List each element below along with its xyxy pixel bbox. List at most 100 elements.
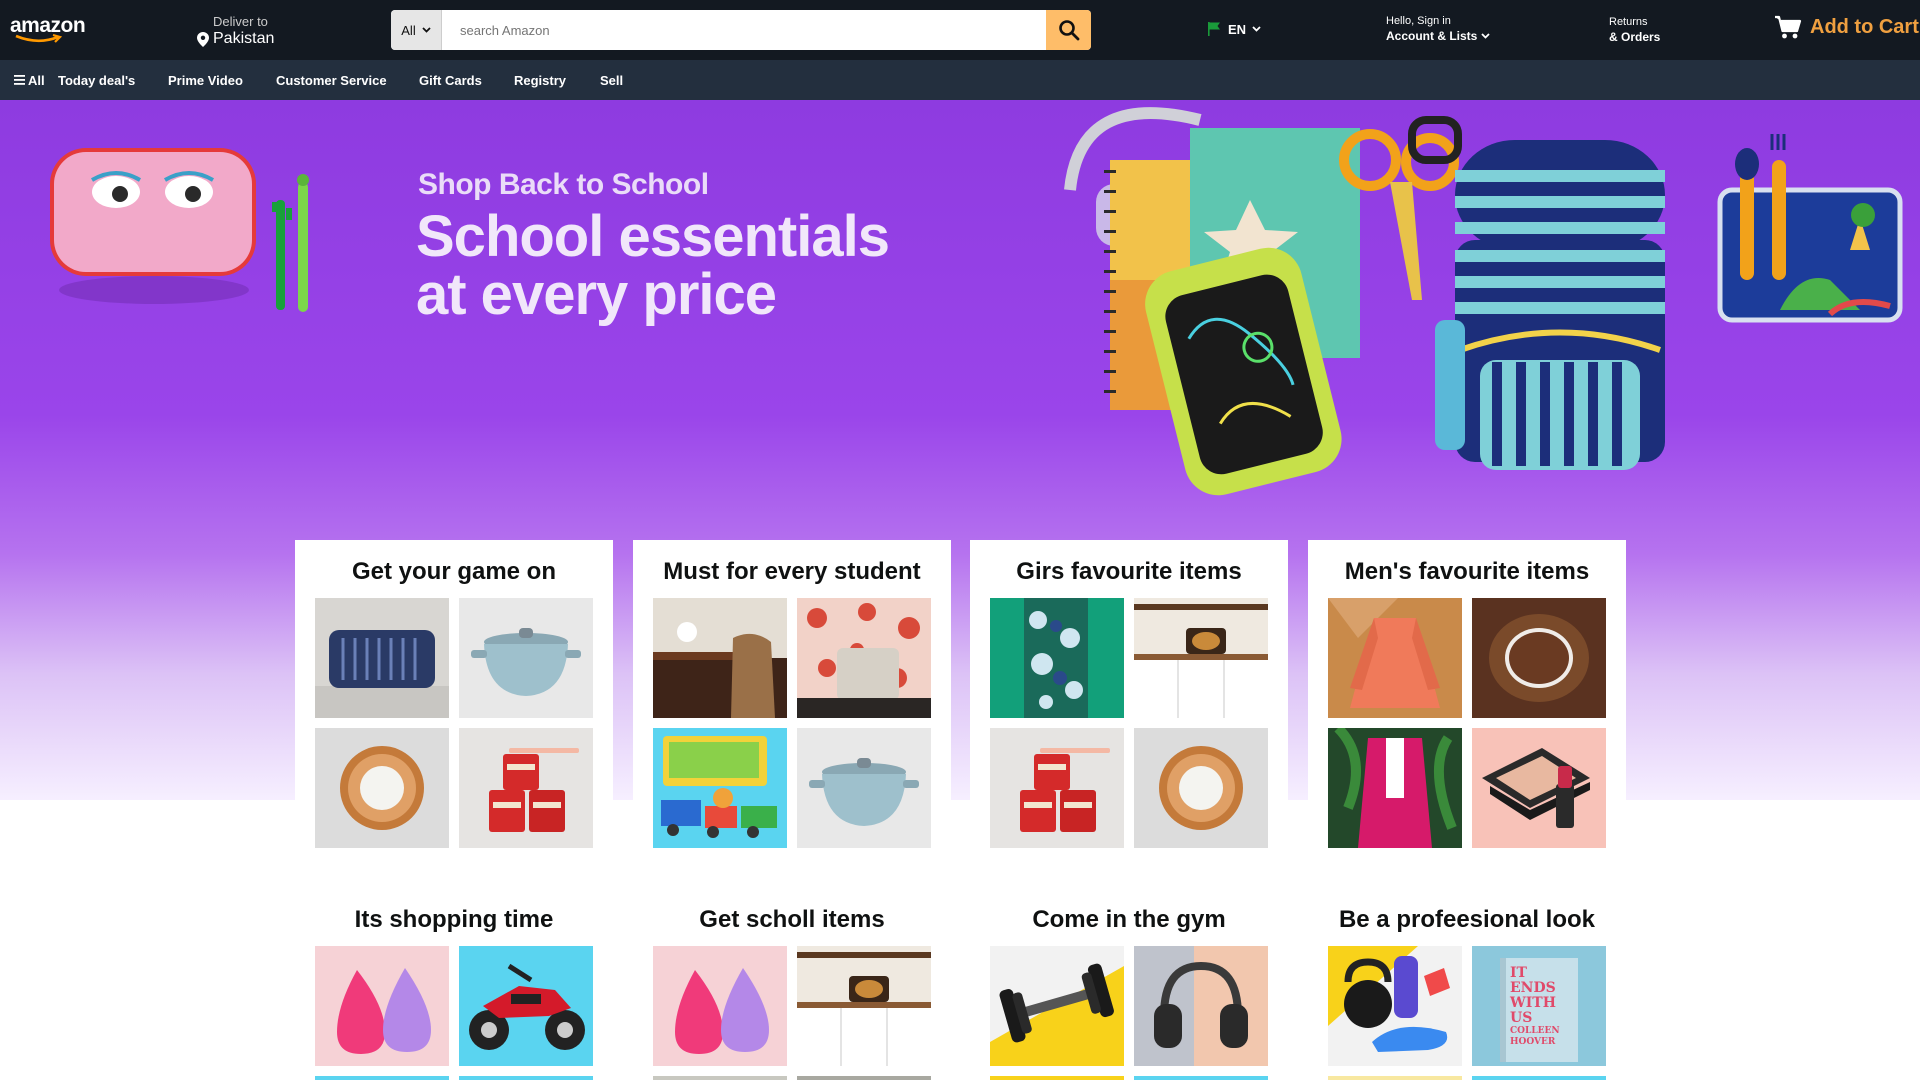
search-bar: All [391,10,1091,50]
nav-item-registry[interactable]: Registry [514,73,566,88]
tile-blue-pillow[interactable] [315,598,449,718]
chevron-down-icon [422,27,431,33]
tile-dumbbell[interactable] [990,946,1124,1066]
nav-item-gift-cards[interactable]: Gift Cards [419,73,482,88]
tile-product-peek[interactable] [1328,1076,1462,1080]
tile-product-peek[interactable] [459,1076,593,1080]
tile-lego-duplo-train[interactable] [653,728,787,848]
round-mirror-image [340,746,424,830]
tile-coral-jacket[interactable] [1328,598,1462,718]
tile-red-atv[interactable] [459,946,593,1066]
language-label: EN [1228,21,1247,37]
account-greeting: Hello, Sign in [1386,15,1451,27]
account-menu[interactable]: Hello, Sign in Account & Lists [1386,15,1490,43]
tile-dutch-oven[interactable] [459,598,593,718]
search-category-select[interactable]: All [391,10,442,50]
card-title: Get your game on [351,558,557,585]
chevron-down-icon [1252,26,1261,32]
nav-item-sell[interactable]: Sell [600,73,623,88]
tile-product-peek[interactable] [1472,1076,1606,1080]
dutch-oven-image [809,758,919,826]
beauty-sponges-image [653,946,787,1066]
tile-product-peek[interactable] [797,1076,931,1080]
product-card[interactable]: Girs favourite items [970,540,1288,860]
kettlebell-set-image [1328,946,1462,1066]
desk-image [653,598,787,718]
hero-title-line2: at every price [416,262,777,327]
hero-banner[interactable]: Shop Back to School School essentials at… [0,100,1920,800]
tile-floral-wall-chair[interactable] [797,598,931,718]
hero-title: School essentials at every price [416,204,890,327]
nav-item-todays-deals[interactable]: Today deal's [58,73,135,88]
book-title-line3: US [1510,1010,1533,1026]
tile-wooden-desk[interactable] [653,598,787,718]
nav-item-customer-service[interactable]: Customer Service [276,73,387,88]
nav-all-menu[interactable]: All [14,73,45,88]
tile-product-peek[interactable] [990,1076,1124,1080]
tile-round-mirror[interactable] [1134,728,1268,848]
card-title: Get scholl items [699,906,885,933]
atv-image [459,946,593,1066]
cart-icon [1775,15,1802,39]
card-title: Girs favourite items [1016,558,1242,585]
search-input[interactable] [442,10,1046,50]
returns-orders[interactable]: Returns & Orders [1609,16,1660,44]
product-card[interactable]: Must for every student [633,540,951,860]
tile-book[interactable]: IT ENDS WITH US COLLEEN HOOVER [1472,946,1606,1066]
school-products-image [1064,107,1903,496]
flag-icon [1208,22,1220,36]
lego-train-image [653,728,787,848]
cart-label: Add to Cart [1810,15,1919,38]
search-icon [1058,20,1079,41]
product-card[interactable]: Come in the gym [970,888,1288,1080]
returns-label: Returns [1609,16,1648,28]
card-title: Its shopping time [354,906,554,933]
language-selector[interactable]: EN [1206,21,1261,37]
card-title: Be a profeesional look [1338,906,1596,933]
tile-makeup-palette[interactable] [1472,728,1606,848]
search-category-label: All [401,22,416,38]
tile-product-peek[interactable] [1134,1076,1268,1080]
tile-red-canisters[interactable] [990,728,1124,848]
hero-title-line1: School essentials [416,204,890,269]
location-pin-icon [197,31,209,47]
dutch-oven-image [471,628,581,696]
product-card[interactable]: Its shopping time [295,888,613,1080]
amazon-logo[interactable]: amazon [10,14,86,44]
tile-beauty-sponges[interactable] [653,946,787,1066]
tile-kitchen-shelf[interactable] [797,946,931,1066]
product-card[interactable]: Get your game on [295,540,613,860]
canisters-image [489,748,579,832]
top-header: amazon Deliver to Pakistan All EN Hello,… [0,0,1920,60]
tile-pink-blazer[interactable] [1328,728,1462,848]
tile-kitchen-shelf[interactable] [1134,598,1268,718]
deliver-to[interactable]: Deliver to Pakistan [197,14,274,48]
tile-kettlebell-set[interactable] [1328,946,1462,1066]
tile-fur-necklace[interactable] [1472,598,1606,718]
search-button[interactable] [1046,10,1091,50]
product-card[interactable]: Be a profeesional look IT ENDS WITH US C… [1308,888,1626,1080]
tile-beauty-sponges[interactable] [315,946,449,1066]
tile-dutch-oven[interactable] [797,728,931,848]
tile-product-peek[interactable] [653,1076,787,1080]
floral-fabric-image [990,598,1124,718]
tile-round-mirror[interactable] [315,728,449,848]
book-title-line1: IT ENDS [1510,965,1556,996]
fur-necklace-image [1472,598,1606,718]
product-card[interactable]: Men's favourite items [1308,540,1626,860]
product-card[interactable]: Get scholl items [633,888,951,1080]
hamburger-menu-icon [14,75,25,85]
tile-product-peek[interactable] [315,1076,449,1080]
round-mirror-image [1159,746,1243,830]
deliver-location: Pakistan [213,30,275,47]
tile-floral-fabric[interactable] [990,598,1124,718]
nav-item-prime-video[interactable]: Prime Video [168,73,243,88]
cart-button[interactable]: Add to Cart [1774,14,1919,40]
kitchen-shelf-image [1134,598,1268,718]
deliver-label: Deliver to [213,14,268,29]
pink-blazer-image [1328,728,1462,848]
tile-red-canisters[interactable] [459,728,593,848]
tile-headphones[interactable] [1134,946,1268,1066]
pencil-case-image [50,148,309,312]
account-label: Account & Lists [1386,29,1478,43]
